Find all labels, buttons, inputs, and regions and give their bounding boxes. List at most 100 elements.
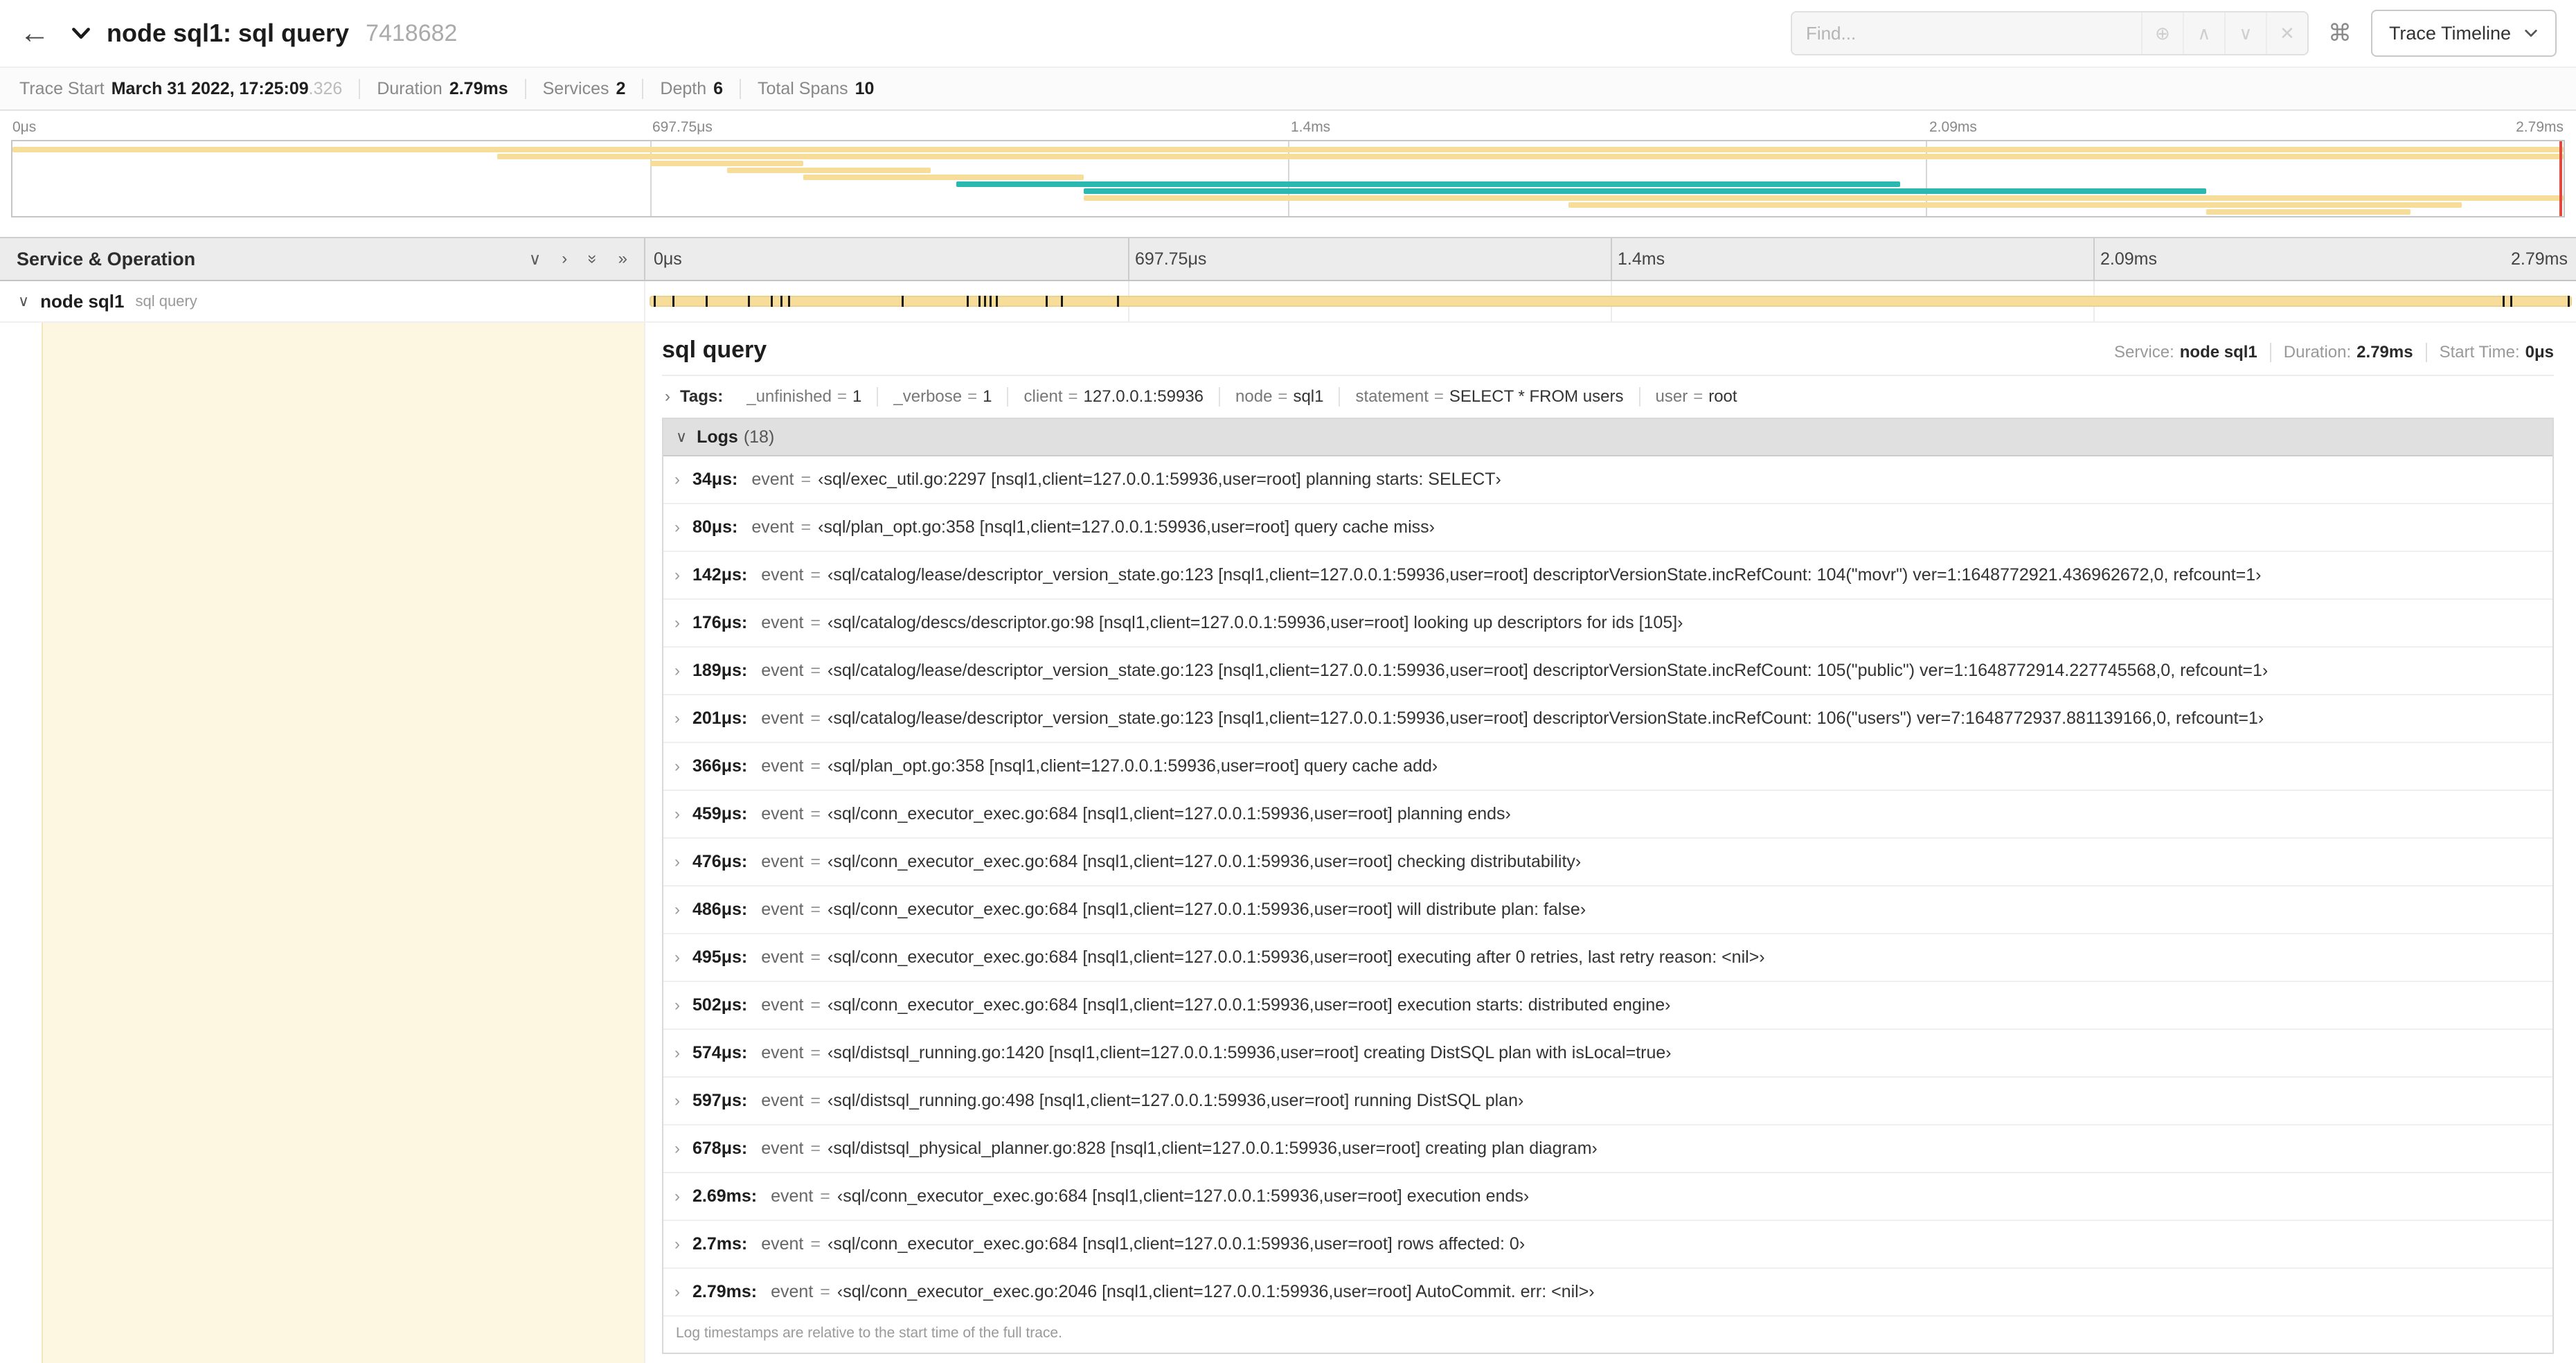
log-event-tick [901,296,904,307]
minimap-span-bar [956,181,1901,187]
back-arrow-icon[interactable]: ← [19,16,55,51]
minimap-canvas[interactable] [11,140,2565,217]
log-equals: = [810,900,821,919]
find-match-icon[interactable]: ⊕ [2140,12,2183,54]
log-equals: = [810,613,821,632]
summary-label: Duration [377,78,442,98]
log-row[interactable]: › 176μs: event = ‹sql/catalog/descs/desc… [663,600,2552,648]
minimap-time-label: 2.79ms [2516,119,2564,135]
tag-equals: = [1278,387,1288,406]
timeline-ruler: 0μs 697.75μs 1.4ms 2.09ms 2.79ms [645,238,2576,280]
log-message: ‹sql/plan_opt.go:358 [nsql1,client=127.0… [828,756,1438,776]
find-clear-icon[interactable]: ✕ [2265,12,2307,54]
log-equals: = [810,1091,821,1110]
span-duration-bar[interactable] [650,296,2572,307]
find-input[interactable] [1791,12,2141,54]
log-row[interactable]: › 2.7ms: event = ‹sql/conn_executor_exec… [663,1221,2552,1269]
log-equals: = [810,709,821,728]
log-message: ‹sql/conn_executor_exec.go:684 [nsql1,cl… [828,995,1671,1015]
summary-value-suffix: .326 [308,78,343,98]
chevron-right-icon: › [674,1139,680,1158]
log-row[interactable]: › 476μs: event = ‹sql/conn_executor_exec… [663,839,2552,887]
chevron-right-icon: › [674,614,680,632]
log-row[interactable]: › 597μs: event = ‹sql/distsql_running.go… [663,1078,2552,1125]
tag-value: 1 [852,387,862,406]
minimap-scrubber[interactable] [2559,141,2562,216]
trace-header: ← node sql1: sql query 7418682 ⊕ ∧ ∨ ✕ ⌘… [0,0,2576,66]
span-row-timeline[interactable] [645,281,2576,321]
log-row[interactable]: › 459μs: event = ‹sql/conn_executor_exec… [663,791,2552,839]
span-color-accent [42,323,644,1363]
trace-timeline-page: ← node sql1: sql query 7418682 ⊕ ∧ ∨ ✕ ⌘… [0,0,2576,1363]
summary-label: Services [542,78,609,98]
log-row[interactable]: › 189μs: event = ‹sql/catalog/lease/desc… [663,648,2552,695]
expand-all-icon[interactable]: » [618,249,627,269]
tag-item: user = root [1640,387,1753,407]
log-row[interactable]: › 486μs: event = ‹sql/conn_executor_exec… [663,887,2552,934]
log-row[interactable]: › 502μs: event = ‹sql/conn_executor_exec… [663,982,2552,1030]
tag-value: root [1708,387,1737,406]
chevron-right-icon: › [674,948,680,967]
find-prev-icon[interactable]: ∧ [2182,12,2224,54]
span-row-name[interactable]: ∨ node sql1 sql query [0,281,645,321]
chevron-right-icon: › [674,1235,680,1254]
span-meta-label: Duration: [2283,343,2352,362]
log-field-key: event [761,900,804,919]
chevron-right-icon: › [674,470,680,489]
log-row[interactable]: › 495μs: event = ‹sql/conn_executor_exec… [663,934,2552,982]
summary-item: Depth 6 [643,78,742,99]
log-equals: = [810,995,821,1015]
log-row[interactable]: › 142μs: event = ‹sql/catalog/lease/desc… [663,552,2552,600]
keyboard-shortcuts-button[interactable]: ⌘ [2323,19,2357,47]
tag-key: node [1235,387,1273,406]
trace-view-dropdown[interactable]: Trace Timeline [2370,10,2557,57]
log-row[interactable]: › 201μs: event = ‹sql/catalog/lease/desc… [663,695,2552,743]
chevron-down-icon [2525,29,2537,37]
logs-accordian-header[interactable]: ∨ Logs (18) [663,419,2552,456]
log-message: ‹sql/conn_executor_exec.go:684 [nsql1,cl… [828,947,1765,967]
log-message: ‹sql/catalog/lease/descriptor_version_st… [828,709,2264,728]
span-meta-value: 0μs [2525,343,2554,362]
trace-collapse-chevron-icon[interactable] [69,21,93,45]
span-meta-item: Duration: 2.79ms [2271,343,2427,362]
log-field-key: event [761,947,804,967]
log-timestamp: 678μs: [692,1139,748,1158]
tag-key: client [1023,387,1063,406]
ruler-label: 2.79ms [2511,249,2568,269]
log-event-tick [780,296,782,307]
log-row[interactable]: › 2.79ms: event = ‹sql/conn_executor_exe… [663,1269,2552,1317]
summary-value: March 31 2022, 17:25:09 [111,78,309,98]
summary-value: 6 [713,78,724,98]
log-row[interactable]: › 366μs: event = ‹sql/plan_opt.go:358 [n… [663,743,2552,791]
log-timestamp: 459μs: [692,804,748,823]
chevron-right-icon: › [674,518,680,537]
minimap-span-bar [650,161,804,166]
log-event-tick [787,296,790,307]
summary-value: 2.79ms [449,78,508,98]
span-meta-item: Service: node sql1 [2102,343,2271,362]
span-detail-header: sql query Service: node sql1 Duration: 2.79… [662,337,2554,376]
tags-accordian[interactable]: › Tags: _unfinished = 1 _verbose = 1 client = 12… [662,376,2554,418]
collapse-one-icon[interactable]: ∨ [529,249,542,269]
span-meta-value: node sql1 [2179,343,2257,362]
log-message: ‹sql/distsql_running.go:498 [nsql1,clien… [828,1091,1524,1110]
log-field-key: event [761,995,804,1015]
tag-equals: = [837,387,848,406]
tags-list: _unfinished = 1 _verbose = 1 client = 127.0.0.1:… [731,387,1752,407]
find-next-icon[interactable]: ∨ [2224,12,2266,54]
collapse-all-icon[interactable]: » [583,254,602,263]
log-row[interactable]: › 2.69ms: event = ‹sql/conn_executor_exe… [663,1173,2552,1221]
log-row[interactable]: › 34μs: event = ‹sql/exec_util.go:2297 [… [663,456,2552,504]
log-timestamp: 574μs: [692,1043,748,1062]
log-equals: = [820,1282,830,1301]
minimap-time-label: 1.4ms [1291,119,1331,135]
trace-title: node sql1: sql query [107,19,350,47]
log-event-tick [747,296,750,307]
log-timestamp: 476μs: [692,852,748,871]
log-row[interactable]: › 80μs: event = ‹sql/plan_opt.go:358 [ns… [663,504,2552,552]
chevron-down-icon[interactable]: ∨ [18,292,29,310]
log-row[interactable]: › 574μs: event = ‹sql/distsql_running.go… [663,1030,2552,1078]
log-message: ‹sql/conn_executor_exec.go:684 [nsql1,cl… [828,852,1582,871]
log-row[interactable]: › 678μs: event = ‹sql/distsql_physical_p… [663,1125,2552,1173]
expand-one-icon[interactable]: › [562,249,567,269]
